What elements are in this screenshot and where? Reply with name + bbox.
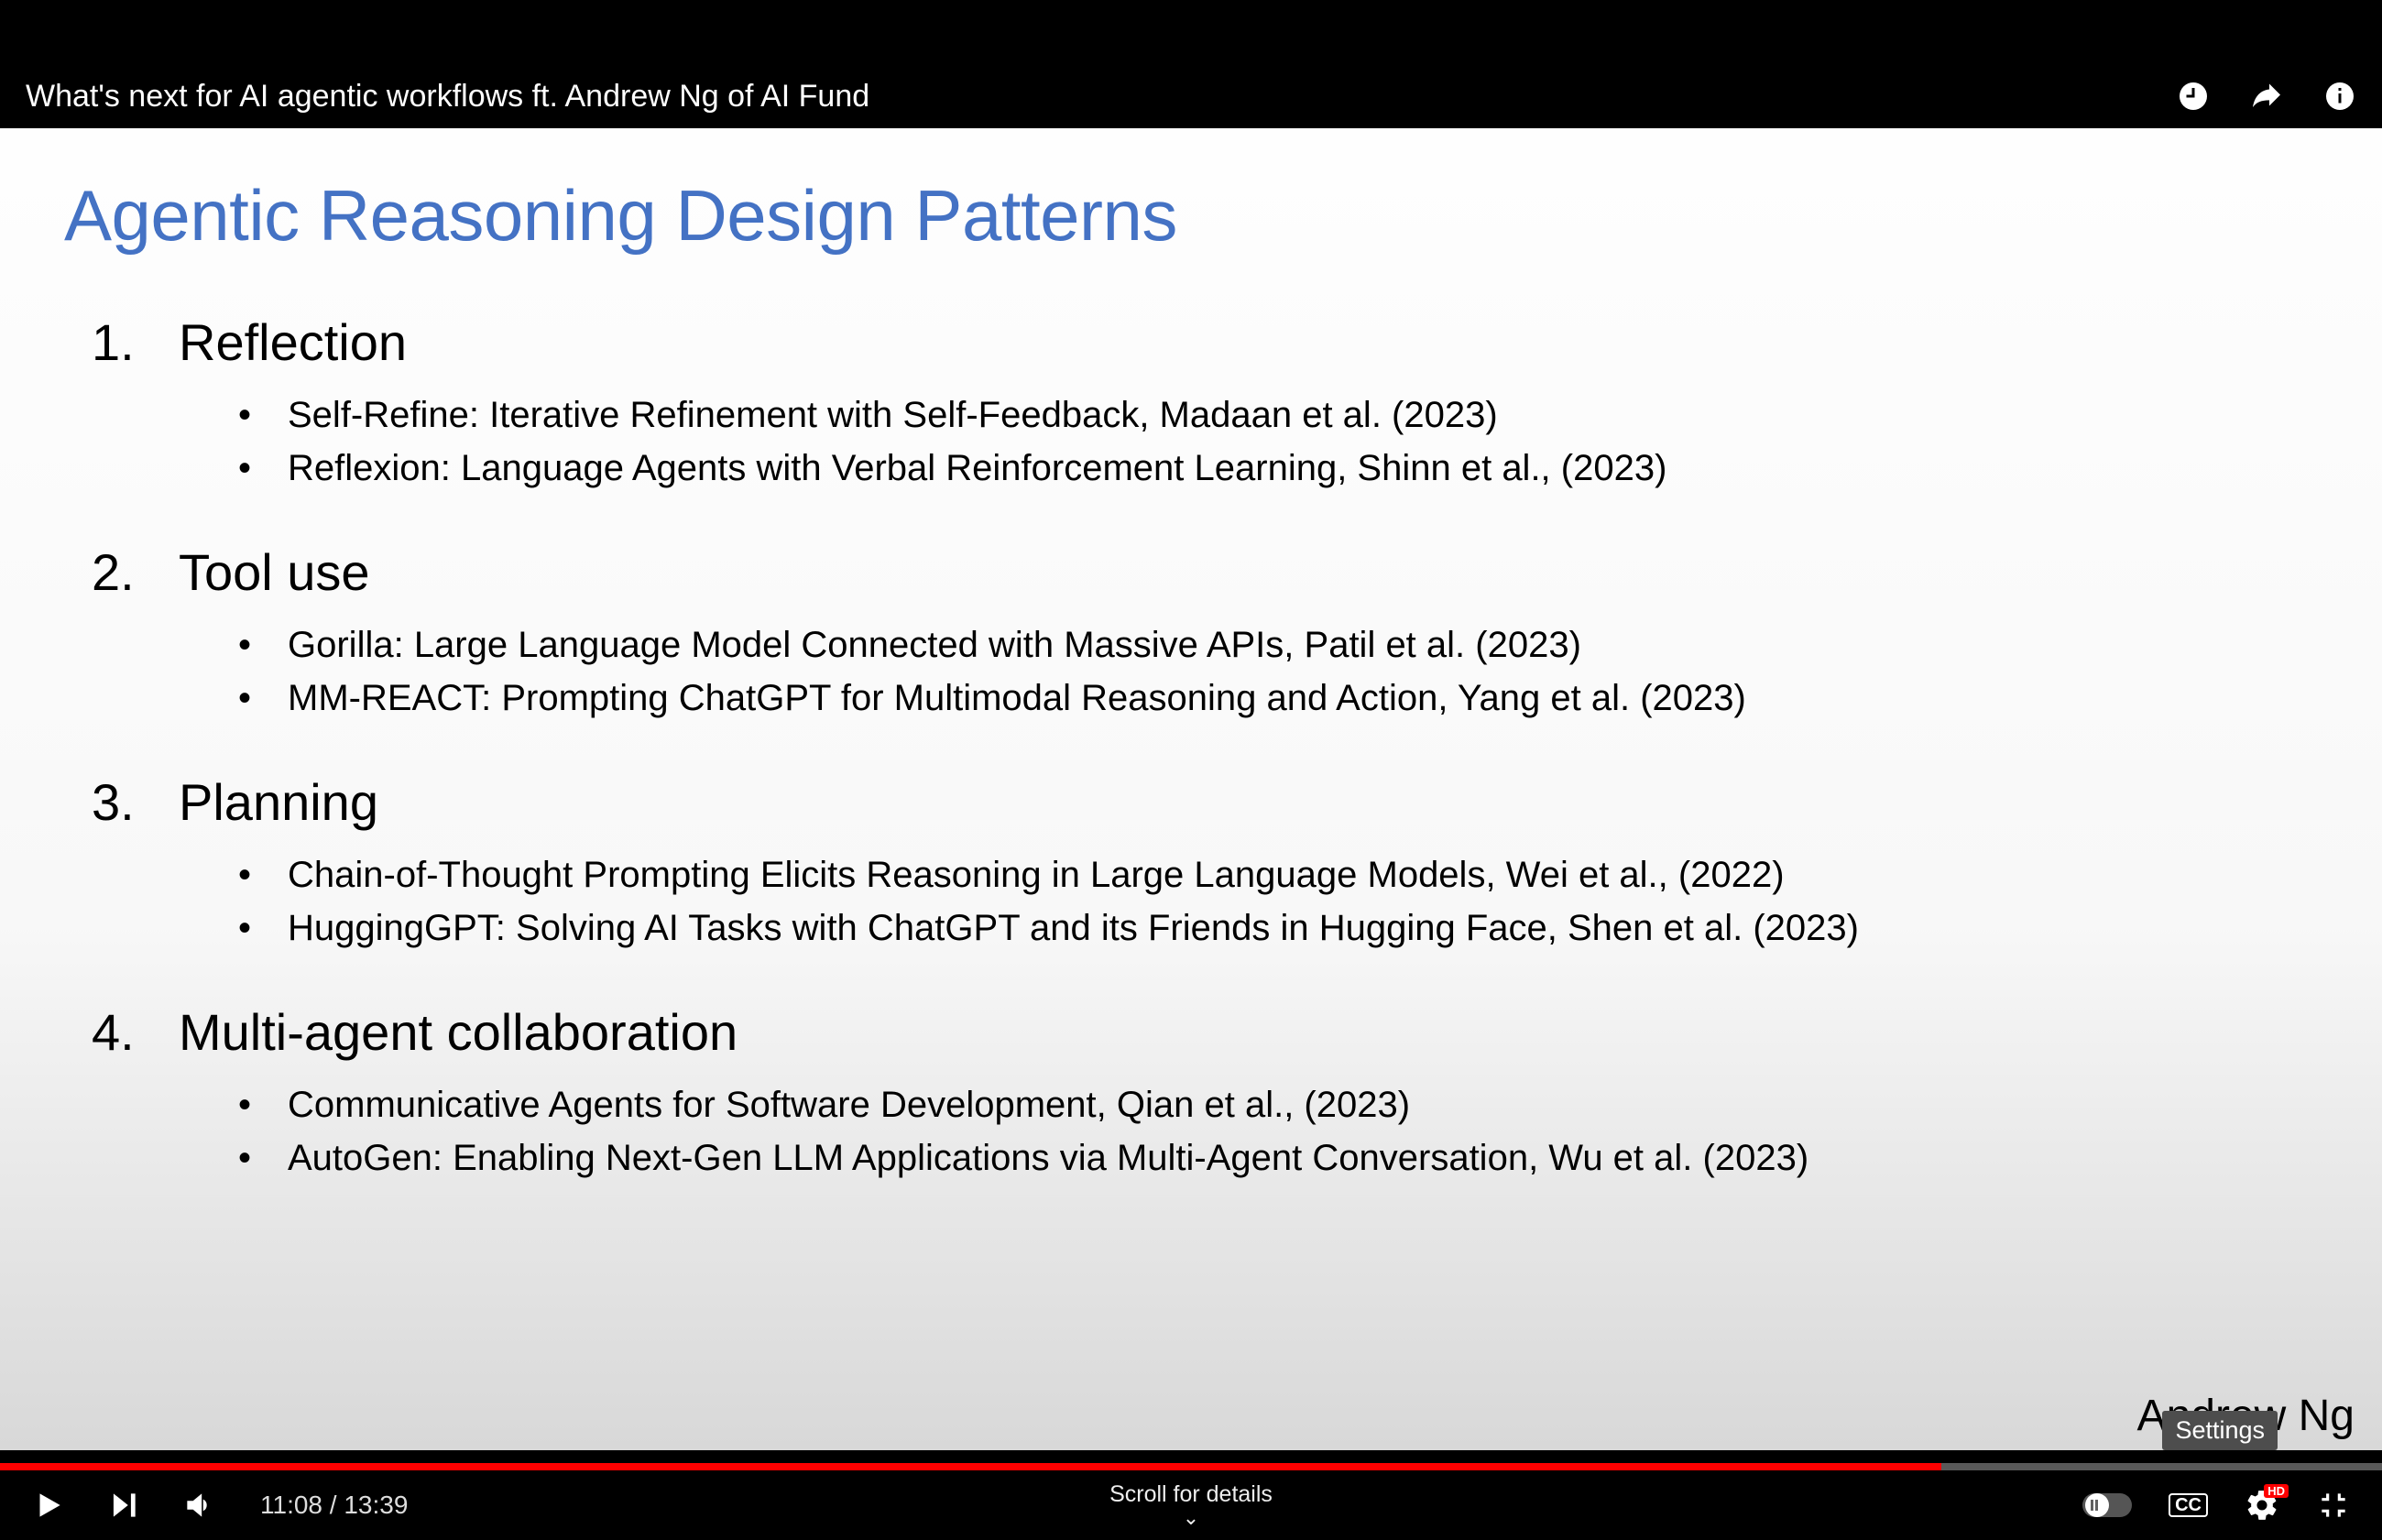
autoplay-toggle[interactable] bbox=[2082, 1493, 2132, 1517]
paper-list: Chain-of-Thought Prompting Elicits Reaso… bbox=[92, 848, 2318, 955]
pattern-heading: Reflection bbox=[92, 312, 2318, 372]
pattern-item: Multi-agent collaboration Communicative A… bbox=[92, 1002, 2318, 1185]
pattern-heading: Planning bbox=[92, 772, 2318, 832]
seek-bar[interactable] bbox=[0, 1463, 2382, 1470]
title-action-icons bbox=[2177, 80, 2356, 113]
watch-later-icon[interactable] bbox=[2177, 80, 2210, 113]
next-icon[interactable] bbox=[106, 1488, 141, 1523]
video-title: What's next for AI agentic workflows ft.… bbox=[26, 79, 869, 115]
settings-tooltip: Settings bbox=[2162, 1411, 2278, 1450]
paper-list: Gorilla: Large Language Model Connected … bbox=[92, 618, 2318, 725]
paper-item: MM-REACT: Prompting ChatGPT for Multimod… bbox=[238, 672, 2318, 725]
paper-list: Communicative Agents for Software Develo… bbox=[92, 1078, 2318, 1185]
captions-button[interactable]: CC bbox=[2169, 1493, 2208, 1517]
paper-item: AutoGen: Enabling Next-Gen LLM Applicati… bbox=[238, 1131, 2318, 1185]
chevron-down-icon: ⌄ bbox=[1109, 1506, 1273, 1529]
paper-item: Communicative Agents for Software Develo… bbox=[238, 1078, 2318, 1131]
share-icon[interactable] bbox=[2250, 80, 2283, 113]
paper-item: Self-Refine: Iterative Refinement with S… bbox=[238, 388, 2318, 442]
video-player: What's next for AI agentic workflows ft.… bbox=[0, 0, 2382, 1540]
pattern-list: Reflection Self-Refine: Iterative Refinem… bbox=[64, 312, 2318, 1185]
pattern-heading: Multi-agent collaboration bbox=[92, 1002, 2318, 1062]
seek-bar-played bbox=[0, 1463, 1941, 1470]
paper-item: Chain-of-Thought Prompting Elicits Reaso… bbox=[238, 848, 2318, 901]
pattern-item: Tool use Gorilla: Large Language Model Co… bbox=[92, 542, 2318, 725]
paper-item: Reflexion: Language Agents with Verbal R… bbox=[238, 442, 2318, 495]
pattern-item: Planning Chain-of-Thought Prompting Elici… bbox=[92, 772, 2318, 955]
paper-item: HuggingGPT: Solving AI Tasks with ChatGP… bbox=[238, 901, 2318, 955]
pattern-item: Reflection Self-Refine: Iterative Refinem… bbox=[92, 312, 2318, 495]
controls-right: CC HD bbox=[2082, 1488, 2351, 1523]
paper-list: Self-Refine: Iterative Refinement with S… bbox=[92, 388, 2318, 495]
video-frame-slide: Agentic Reasoning Design Patterns Reflec… bbox=[0, 128, 2382, 1450]
volume-icon[interactable] bbox=[181, 1488, 216, 1523]
play-icon[interactable] bbox=[31, 1488, 66, 1523]
scroll-hint: Scroll for details ⌄ bbox=[1109, 1481, 1273, 1529]
exit-fullscreen-icon[interactable] bbox=[2316, 1488, 2351, 1523]
settings-button[interactable]: HD bbox=[2245, 1488, 2279, 1523]
pattern-heading: Tool use bbox=[92, 542, 2318, 602]
player-controls: 11:08 / 13:39 Scroll for details ⌄ CC HD bbox=[0, 1470, 2382, 1540]
controls-left: 11:08 / 13:39 bbox=[31, 1488, 408, 1523]
video-title-bar: What's next for AI agentic workflows ft.… bbox=[0, 64, 2382, 128]
info-icon[interactable] bbox=[2323, 80, 2356, 113]
time-display: 11:08 / 13:39 bbox=[260, 1491, 408, 1520]
slide-title: Agentic Reasoning Design Patterns bbox=[64, 174, 2318, 257]
paper-item: Gorilla: Large Language Model Connected … bbox=[238, 618, 2318, 672]
hd-badge: HD bbox=[2264, 1484, 2289, 1498]
